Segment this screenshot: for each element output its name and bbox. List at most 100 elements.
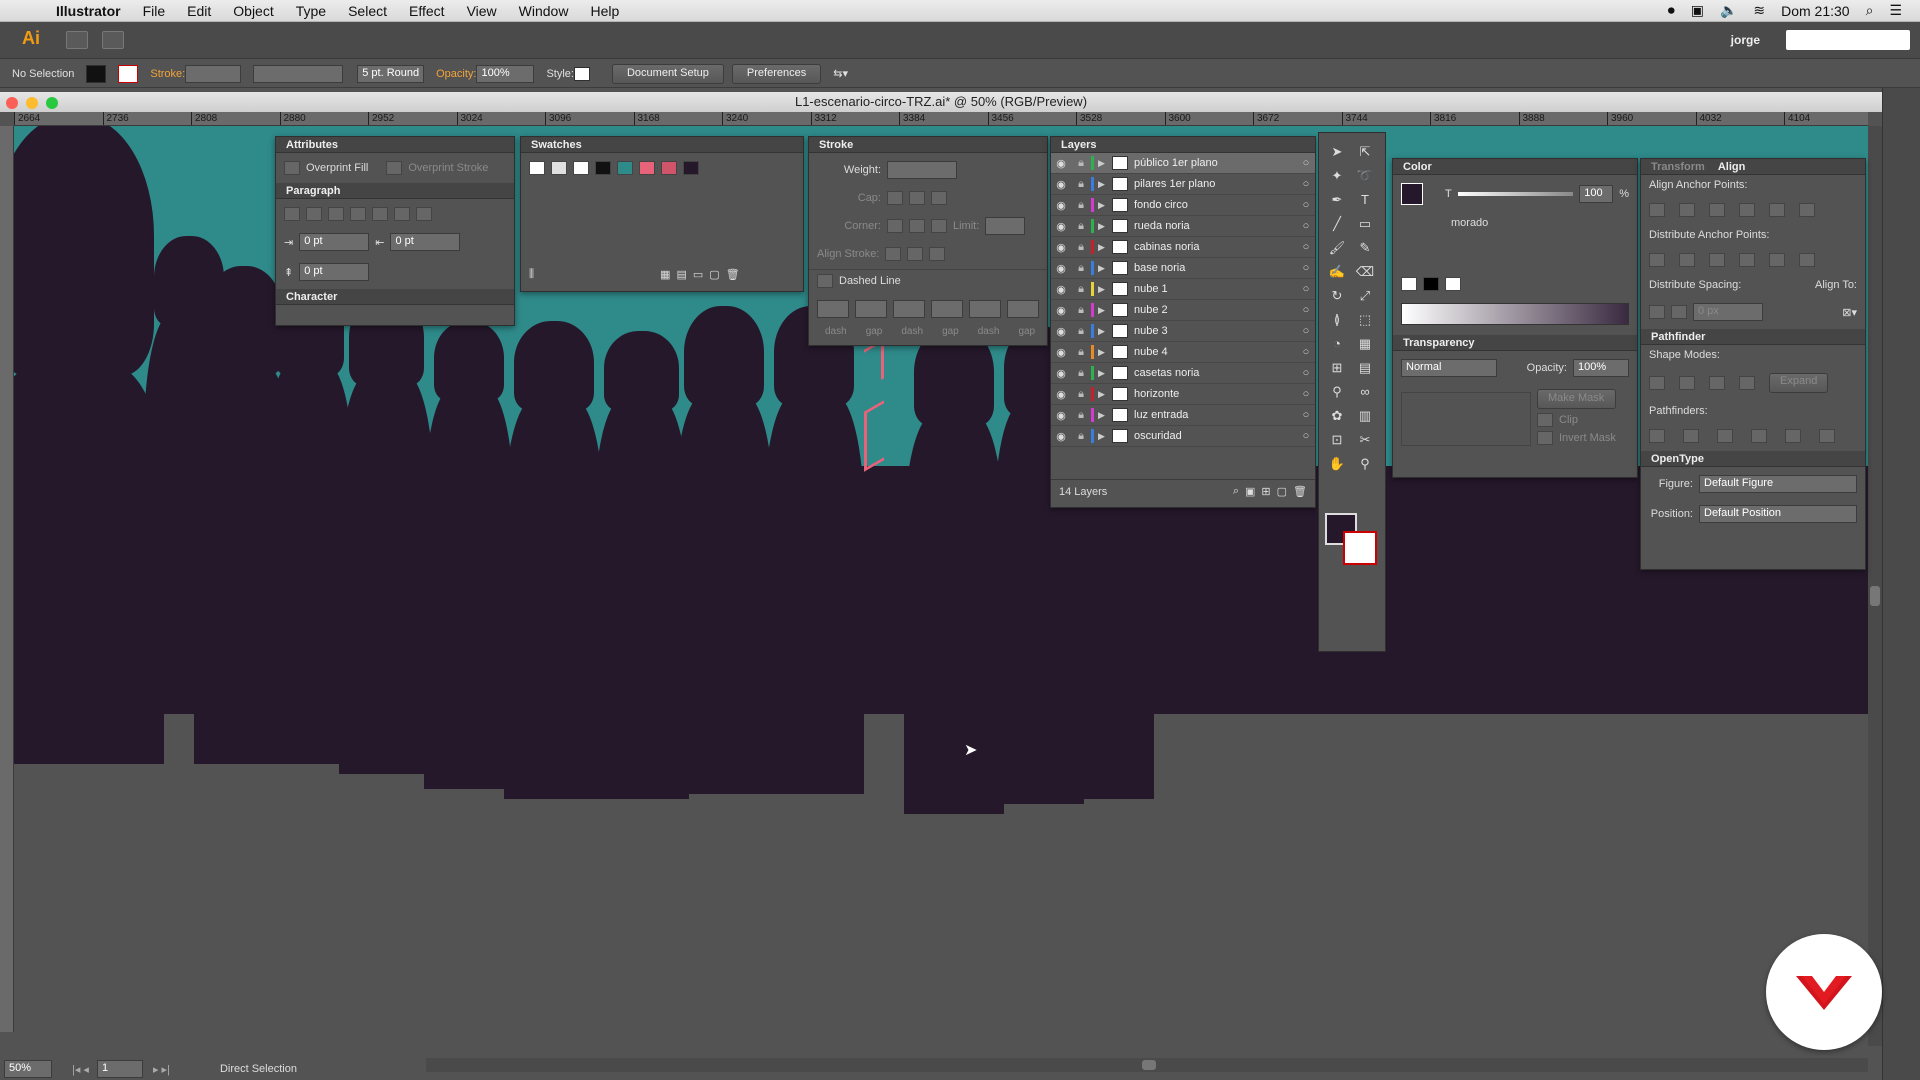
scale-tool-icon[interactable]: ⤢ bbox=[1353, 285, 1377, 307]
layer-row[interactable]: ◉ 🔒︎ ▶ casetas noria ○ bbox=[1051, 363, 1315, 384]
style-swatch[interactable] bbox=[573, 66, 590, 81]
character-tab[interactable]: Character bbox=[276, 289, 514, 305]
artboard-tool-icon[interactable]: ⊡ bbox=[1325, 429, 1349, 451]
swatch-registration[interactable] bbox=[551, 161, 567, 175]
locate-object-icon[interactable]: ⌕ bbox=[1233, 485, 1239, 498]
layer-name[interactable]: cabinas noria bbox=[1134, 241, 1297, 253]
gradient-tool-icon[interactable]: ▤ bbox=[1353, 357, 1377, 379]
show-swatch-kinds-icon[interactable]: ▦ bbox=[660, 268, 670, 281]
menu-file[interactable]: File bbox=[132, 3, 177, 19]
lock-icon[interactable]: 🔒︎ bbox=[1071, 367, 1091, 380]
layer-row[interactable]: ◉ 🔒︎ ▶ nube 1 ○ bbox=[1051, 279, 1315, 300]
butt-cap-icon[interactable] bbox=[887, 191, 903, 205]
layer-target-icon[interactable]: ○ bbox=[1297, 283, 1315, 295]
rotate-tool-icon[interactable]: ↻ bbox=[1325, 285, 1349, 307]
visibility-eye-icon[interactable]: ◉ bbox=[1051, 346, 1071, 359]
opacity-label[interactable]: Opacity: bbox=[436, 68, 476, 80]
dashed-line-checkbox[interactable] bbox=[817, 274, 833, 288]
expand-layer-icon[interactable]: ▶ bbox=[1098, 326, 1112, 337]
menu-effect[interactable]: Effect bbox=[398, 3, 456, 19]
slice-tool-icon[interactable]: ✂ bbox=[1353, 429, 1377, 451]
intersect-icon[interactable] bbox=[1709, 376, 1725, 390]
menu-window[interactable]: Window bbox=[508, 3, 580, 19]
clipping-mask-icon[interactable]: ▣ bbox=[1245, 485, 1255, 498]
invert-mask-checkbox[interactable] bbox=[1537, 431, 1553, 445]
wifi-icon[interactable]: ≋ bbox=[1753, 2, 1765, 19]
layer-name[interactable]: oscuridad bbox=[1134, 430, 1297, 442]
make-mask-button[interactable]: Make Mask bbox=[1537, 389, 1616, 409]
swatch-white[interactable] bbox=[573, 161, 589, 175]
layer-name[interactable]: casetas noria bbox=[1134, 367, 1297, 379]
opacity-field[interactable]: 100% bbox=[476, 64, 535, 83]
layer-target-icon[interactable]: ○ bbox=[1297, 430, 1315, 442]
expand-layer-icon[interactable]: ▶ bbox=[1098, 200, 1112, 211]
eyedropper-tool-icon[interactable]: ⚲ bbox=[1325, 381, 1349, 403]
lock-icon[interactable]: 🔒︎ bbox=[1071, 220, 1091, 233]
lock-icon[interactable]: 🔒︎ bbox=[1071, 409, 1091, 422]
layer-row[interactable]: ◉ 🔒︎ ▶ cabinas noria ○ bbox=[1051, 237, 1315, 258]
color-tab[interactable]: Color bbox=[1393, 159, 1637, 175]
tint-field[interactable]: 100 bbox=[1579, 185, 1614, 203]
layer-row[interactable]: ◉ 🔒︎ ▶ pilares 1er plano ○ bbox=[1051, 174, 1315, 195]
visibility-eye-icon[interactable]: ◉ bbox=[1051, 430, 1071, 443]
lock-icon[interactable]: 🔒︎ bbox=[1071, 283, 1091, 296]
minus-back-icon[interactable] bbox=[1819, 429, 1835, 443]
limit-field[interactable] bbox=[985, 217, 1026, 235]
visibility-eye-icon[interactable]: ◉ bbox=[1051, 325, 1071, 338]
miter-join-icon[interactable] bbox=[887, 219, 903, 233]
layer-row[interactable]: ◉ 🔒︎ ▶ base noria ○ bbox=[1051, 258, 1315, 279]
position-select[interactable]: Default Position bbox=[1699, 505, 1857, 523]
layer-row[interactable]: ◉ 🔒︎ ▶ nube 2 ○ bbox=[1051, 300, 1315, 321]
align-outside-stroke-icon[interactable] bbox=[929, 247, 946, 261]
perspective-grid-tool-icon[interactable]: ▦ bbox=[1353, 333, 1377, 355]
swatch-teal[interactable] bbox=[617, 161, 633, 175]
stroke-color-box[interactable] bbox=[1343, 531, 1377, 565]
variable-width-field[interactable] bbox=[253, 64, 344, 83]
symbol-sprayer-tool-icon[interactable]: ✿ bbox=[1325, 405, 1349, 427]
vertical-align-center-icon[interactable] bbox=[1769, 203, 1785, 217]
layer-row[interactable]: ◉ 🔒︎ ▶ nube 4 ○ bbox=[1051, 342, 1315, 363]
dash-field-1[interactable] bbox=[817, 300, 849, 318]
vertical-distribute-space-icon[interactable] bbox=[1649, 305, 1665, 319]
direct-selection-tool-icon[interactable]: ⇱ bbox=[1353, 141, 1377, 163]
status-text[interactable]: Direct Selection bbox=[220, 1063, 297, 1075]
horizontal-align-left-icon[interactable] bbox=[1649, 203, 1665, 217]
menu-clock[interactable]: Dom 21:30 bbox=[1781, 3, 1849, 19]
eraser-tool-icon[interactable]: ⌫ bbox=[1353, 261, 1377, 283]
lock-icon[interactable]: 🔒︎ bbox=[1071, 346, 1091, 359]
clip-checkbox[interactable] bbox=[1537, 413, 1553, 427]
notification-icon[interactable]: ▣ bbox=[1691, 2, 1704, 19]
expand-layer-icon[interactable]: ▶ bbox=[1098, 158, 1112, 169]
tint-slider[interactable] bbox=[1457, 192, 1574, 196]
horizontal-ruler[interactable]: 2664 2736 2808 2880 2952 3024 3096 3168 3240 3312… bbox=[14, 112, 1868, 126]
horizontal-distribute-right-icon[interactable] bbox=[1799, 253, 1815, 267]
horizontal-distribute-space-icon[interactable] bbox=[1671, 305, 1687, 319]
vertical-scrollbar[interactable] bbox=[1868, 126, 1882, 1046]
rectangle-tool-icon[interactable]: ▭ bbox=[1353, 213, 1377, 235]
zoom-field[interactable]: 50% bbox=[4, 1060, 52, 1078]
menu-edit[interactable]: Edit bbox=[176, 3, 222, 19]
expand-layer-icon[interactable]: ▶ bbox=[1098, 431, 1112, 442]
new-layer-icon[interactable]: ▢ bbox=[1277, 485, 1287, 498]
round-join-icon[interactable] bbox=[909, 219, 925, 233]
layer-name[interactable]: horizonte bbox=[1134, 388, 1297, 400]
swatch-morado[interactable] bbox=[683, 161, 699, 175]
visibility-eye-icon[interactable]: ◉ bbox=[1051, 304, 1071, 317]
visibility-eye-icon[interactable]: ◉ bbox=[1051, 283, 1071, 296]
layer-row[interactable]: ◉ 🔒︎ ▶ luz entrada ○ bbox=[1051, 405, 1315, 426]
weight-field[interactable] bbox=[887, 161, 957, 179]
visibility-eye-icon[interactable]: ◉ bbox=[1051, 262, 1071, 275]
vertical-align-top-icon[interactable] bbox=[1739, 203, 1755, 217]
stroke-label[interactable]: Stroke: bbox=[150, 68, 185, 80]
layer-target-icon[interactable]: ○ bbox=[1297, 199, 1315, 211]
outline-icon[interactable] bbox=[1785, 429, 1801, 443]
free-transform-tool-icon[interactable]: ⬚ bbox=[1353, 309, 1377, 331]
column-graph-tool-icon[interactable]: ▥ bbox=[1353, 405, 1377, 427]
layer-row[interactable]: ◉ 🔒︎ ▶ rueda noria ○ bbox=[1051, 216, 1315, 237]
align-center-stroke-icon[interactable] bbox=[885, 247, 902, 261]
visibility-eye-icon[interactable]: ◉ bbox=[1051, 220, 1071, 233]
layer-target-icon[interactable]: ○ bbox=[1297, 157, 1315, 169]
screen-record-icon[interactable]: ⏺ bbox=[1668, 2, 1675, 19]
justify-center-icon[interactable] bbox=[372, 207, 388, 221]
attributes-tab[interactable]: Attributes bbox=[276, 137, 514, 153]
